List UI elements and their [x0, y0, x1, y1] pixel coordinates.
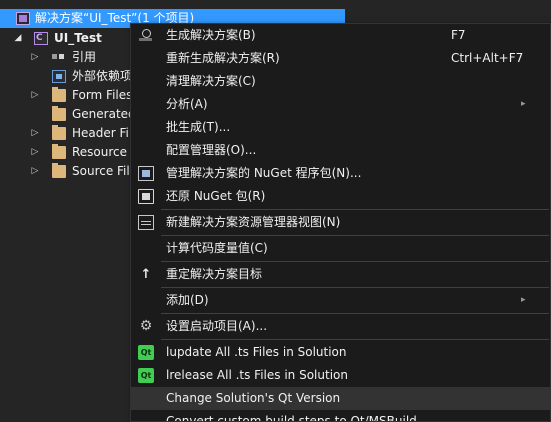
menu-item-label: lupdate All .ts Files in Solution	[166, 345, 347, 359]
menu-item-lrelease[interactable]: Qt lrelease All .ts Files in Solution	[131, 364, 550, 387]
external-dependencies-icon	[52, 70, 66, 83]
cpp-project-icon	[34, 29, 48, 48]
menu-separator	[161, 313, 549, 314]
menu-item-label: 设置启动项目(A)...	[166, 319, 268, 333]
menu-item-build-solution[interactable]: 生成解决方案(B) F7	[131, 24, 550, 47]
qt-icon: Qt	[138, 345, 154, 360]
tree-item-label: 引用	[72, 50, 97, 64]
menu-item-add[interactable]: 添加(D) ▸	[131, 289, 550, 312]
menu-separator	[161, 209, 549, 210]
tree-item-label: Header Fi	[72, 126, 129, 140]
collapsed-arrow-icon[interactable]: ▷	[29, 162, 41, 181]
collapsed-arrow-icon[interactable]: ▷	[29, 48, 41, 67]
menu-item-label: 配置管理器(O)...	[166, 143, 257, 157]
folder-icon	[52, 163, 66, 178]
references-icon	[52, 51, 66, 64]
menu-item-lupdate[interactable]: Qt lupdate All .ts Files in Solution	[131, 341, 550, 364]
nuget-package-icon	[138, 166, 154, 181]
menu-item-label: 重定解决方案目标	[166, 267, 263, 281]
gear-icon: ⚙	[139, 318, 153, 334]
submenu-arrow-icon: ▸	[521, 99, 526, 109]
menu-item-retarget-solution[interactable]: ↑ 重定解决方案目标	[131, 263, 550, 286]
menu-item-convert-build-steps[interactable]: Convert custom build steps to Qt/MSBuild	[131, 410, 550, 422]
menu-separator	[161, 235, 549, 236]
solution-context-menu: 生成解决方案(B) F7 重新生成解决方案(R) Ctrl+Alt+F7 清理解…	[130, 23, 551, 422]
folder-icon	[52, 106, 66, 121]
nuget-restore-icon	[138, 189, 154, 204]
menu-item-clean-solution[interactable]: 清理解决方案(C)	[131, 70, 550, 93]
new-view-icon	[138, 215, 154, 230]
menu-item-batch-build[interactable]: 批生成(T)...	[131, 116, 550, 139]
menu-item-label: Convert custom build steps to Qt/MSBuild	[166, 414, 417, 422]
expanded-arrow-icon[interactable]: ◢	[12, 29, 24, 48]
menu-item-set-startup-projects[interactable]: ⚙ 设置启动项目(A)...	[131, 315, 550, 338]
menu-item-configuration-manager[interactable]: 配置管理器(O)...	[131, 139, 550, 162]
build-icon	[138, 28, 154, 43]
menu-item-label: 还原 NuGet 包(R)	[166, 189, 266, 203]
menu-item-manage-nuget[interactable]: 管理解决方案的 NuGet 程序包(N)...	[131, 162, 550, 185]
menu-item-label: Change Solution's Qt Version	[166, 391, 341, 405]
project-label: UI_Test	[54, 31, 102, 45]
menu-item-shortcut: Ctrl+Alt+F7	[451, 51, 524, 65]
menu-item-label: 批生成(T)...	[166, 120, 231, 134]
menu-item-label: 生成解决方案(B)	[166, 28, 256, 42]
menu-item-restore-nuget[interactable]: 还原 NuGet 包(R)	[131, 185, 550, 208]
menu-item-label: 清理解决方案(C)	[166, 74, 256, 88]
folder-icon	[52, 144, 66, 159]
tree-item-label: Generated	[72, 107, 136, 121]
menu-separator	[161, 287, 549, 288]
retarget-arrow-icon: ↑	[140, 267, 152, 282]
solution-icon	[16, 12, 30, 25]
menu-item-label: 分析(A)	[166, 97, 208, 111]
folder-icon	[52, 125, 66, 140]
menu-item-new-explorer-view[interactable]: 新建解决方案资源管理器视图(N)	[131, 211, 550, 234]
tree-item-label: Source Fil	[72, 164, 130, 178]
menu-item-label: 重新生成解决方案(R)	[166, 51, 280, 65]
folder-icon	[52, 87, 66, 102]
menu-item-code-metrics[interactable]: 计算代码度量值(C)	[131, 237, 550, 260]
menu-item-label: 新建解决方案资源管理器视图(N)	[166, 215, 341, 229]
menu-item-label: 管理解决方案的 NuGet 程序包(N)...	[166, 166, 362, 180]
menu-item-analyze[interactable]: 分析(A) ▸	[131, 93, 550, 116]
collapsed-arrow-icon[interactable]: ▷	[29, 124, 41, 143]
collapsed-arrow-icon[interactable]: ▷	[29, 143, 41, 162]
collapsed-arrow-icon[interactable]: ▷	[29, 86, 41, 105]
menu-separator	[161, 339, 549, 340]
menu-item-label: lrelease All .ts Files in Solution	[166, 368, 348, 382]
tree-item-label: Form Files	[72, 88, 133, 102]
menu-item-change-qt-version[interactable]: Change Solution's Qt Version	[131, 387, 550, 410]
menu-item-label: 添加(D)	[166, 293, 209, 307]
menu-item-label: 计算代码度量值(C)	[166, 241, 268, 255]
tree-item-label: Resource	[72, 145, 128, 159]
menu-separator	[161, 261, 549, 262]
menu-item-rebuild-solution[interactable]: 重新生成解决方案(R) Ctrl+Alt+F7	[131, 47, 550, 70]
menu-item-shortcut: F7	[451, 28, 466, 42]
qt-icon: Qt	[138, 368, 154, 383]
submenu-arrow-icon: ▸	[521, 295, 526, 305]
tree-item-label: 外部依赖项	[72, 69, 133, 83]
